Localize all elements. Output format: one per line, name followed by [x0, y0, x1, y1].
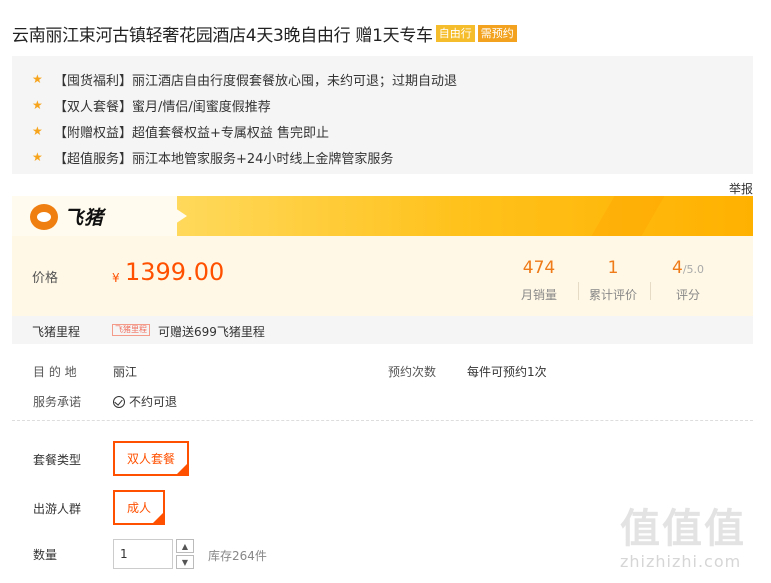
monthly-sales-value: 474 [522, 258, 556, 278]
price-panel: 价格 ¥ 1399.00 474 月销量 1 累计评价 4/5.0 评分 [12, 236, 753, 316]
chevron-down-icon: ▼ [181, 557, 189, 567]
stock-count: 库存264件 [208, 549, 267, 563]
feature-item: ★ 【附赠权益】超值套餐权益+专属权益 售完即止 [32, 118, 753, 144]
selected-corner-icon [177, 464, 187, 474]
feature-list: ★ 【囤货福利】丽江酒店自由行度假套餐放心囤，未约可退；过期自动退 ★ 【双人套… [12, 56, 753, 174]
star-icon: ★ [32, 98, 43, 112]
reviews-label: 累计评价 [588, 288, 637, 302]
package-option-couple[interactable]: 双人套餐 [113, 441, 189, 476]
currency-symbol: ¥ [112, 271, 120, 285]
reviews-value: 1 [607, 258, 619, 278]
report-link[interactable]: 举报 [729, 180, 753, 197]
rating-scale: /5.0 [682, 263, 705, 276]
price-value: 1399.00 [125, 258, 225, 286]
section-divider [12, 420, 753, 421]
quantity-decrement-button[interactable]: ▼ [176, 555, 194, 569]
price-label: 价格 [32, 271, 59, 286]
miles-row: 飞猪里程 飞猪里程 可赠送699飞猪里程 [12, 316, 753, 344]
feature-item: ★ 【超值服务】丽江本地管家服务+24小时线上金牌管家服务 [32, 144, 753, 170]
miles-text: 可赠送699飞猪里程 [158, 325, 265, 339]
package-type-label: 套餐类型 [33, 453, 82, 467]
destination-label: 目 的 地 [33, 365, 77, 379]
check-circle-icon [113, 396, 125, 408]
product-title-row: 云南丽江束河古镇轻奢花园酒店4天3晚自由行 赠1天专车 自由行 需预约 [12, 20, 517, 46]
bookings-label: 预约次数 [388, 365, 437, 379]
selected-corner-icon [153, 513, 163, 523]
feature-text: 【双人套餐】蜜月/情侣/闺蜜度假推荐 [54, 99, 271, 115]
rating-value: 4 [671, 258, 683, 278]
product-title: 云南丽江束河古镇轻奢花园酒店4天3晚自由行 赠1天专车 [12, 25, 433, 46]
monthly-sales-stat: 474 月销量 [506, 258, 572, 303]
bookings-value: 每件可预约1次 [467, 365, 547, 379]
reviews-stat[interactable]: 1 累计评价 [580, 258, 646, 303]
traveler-group-label: 出游人群 [33, 502, 82, 516]
promise-label: 服务承诺 [33, 395, 82, 409]
group-option-adult[interactable]: 成人 [113, 490, 165, 525]
star-icon: ★ [32, 124, 43, 138]
feature-text: 【附赠权益】超值套餐权益+专属权益 售完即止 [54, 125, 330, 141]
watermark-url: zhizhizhi.com [620, 552, 742, 571]
quantity-label: 数量 [33, 548, 58, 562]
quantity-increment-button[interactable]: ▲ [176, 539, 194, 553]
watermark-logo: 值值值 [620, 506, 746, 552]
miles-badge: 飞猪里程 [112, 324, 150, 336]
promise-value-row: 不约可退 [113, 393, 177, 410]
brand-name: 飞猪 [64, 207, 105, 229]
monthly-sales-label: 月销量 [520, 288, 557, 302]
quantity-input[interactable]: 1 [113, 539, 173, 569]
rating-label: 评分 [675, 288, 700, 302]
feature-text: 【超值服务】丽江本地管家服务+24小时线上金牌管家服务 [54, 151, 394, 167]
rating-stat: 4/5.0 评分 [655, 258, 721, 303]
pig-icon [30, 203, 58, 230]
package-option-label: 双人套餐 [126, 452, 175, 466]
feature-text: 【囤货福利】丽江酒店自由行度假套餐放心囤，未约可退；过期自动退 [54, 73, 458, 89]
star-icon: ★ [32, 72, 43, 86]
chevron-up-icon: ▲ [181, 541, 189, 551]
group-option-label: 成人 [126, 501, 151, 515]
watermark: 值值值 zhizhizhi.com [620, 496, 746, 571]
destination-value: 丽江 [113, 365, 138, 379]
reservation-tag: 需预约 [477, 24, 517, 42]
free-travel-tag: 自由行 [435, 24, 475, 42]
feature-item: ★ 【囤货福利】丽江酒店自由行度假套餐放心囤，未约可退；过期自动退 [32, 66, 753, 92]
promise-value: 不约可退 [129, 395, 178, 409]
brand-banner: 飞猪 [12, 196, 753, 236]
star-icon: ★ [32, 150, 43, 164]
feature-item: ★ 【双人套餐】蜜月/情侣/闺蜜度假推荐 [32, 92, 753, 118]
fliggy-logo: 飞猪 [30, 203, 104, 230]
miles-label: 飞猪里程 [32, 325, 81, 339]
